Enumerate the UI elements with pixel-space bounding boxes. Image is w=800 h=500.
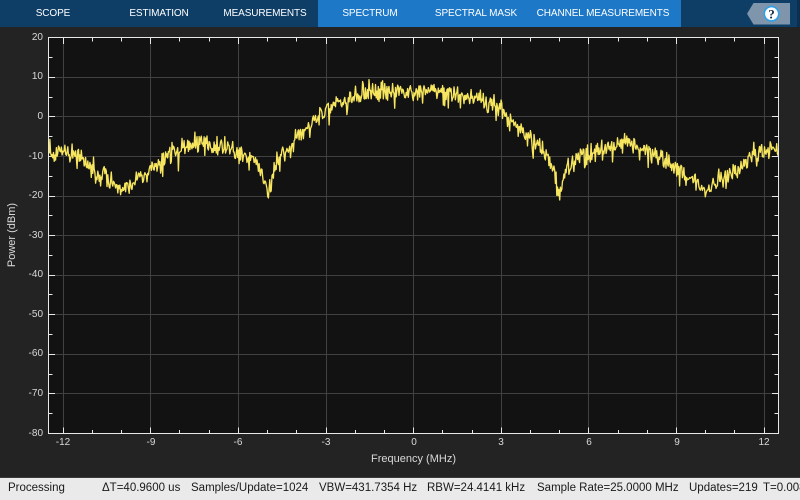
- svg-text:?: ?: [768, 6, 775, 21]
